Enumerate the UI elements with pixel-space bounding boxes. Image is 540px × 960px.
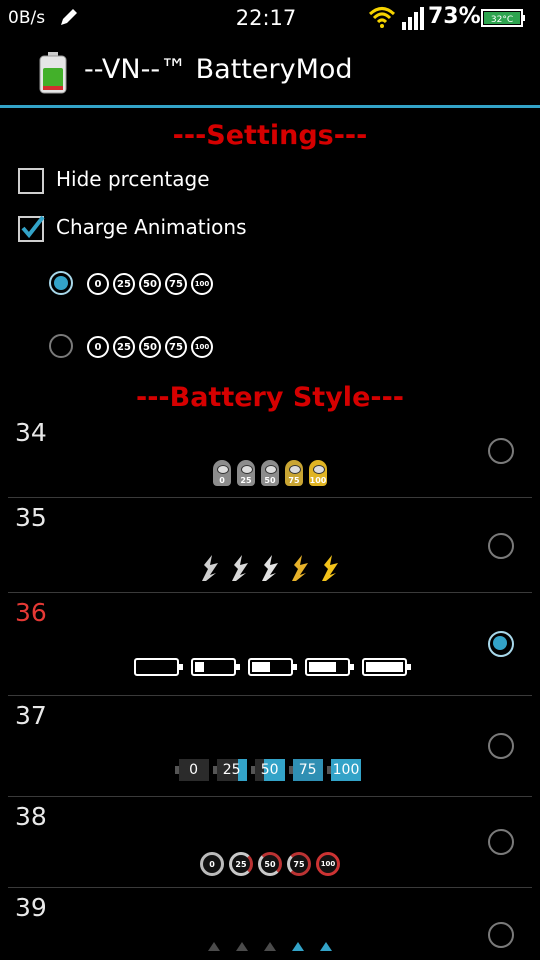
flame-icon bbox=[322, 555, 338, 581]
minion-icon: 25 bbox=[237, 460, 255, 486]
minion-icon: 50 bbox=[261, 460, 279, 486]
battery-outline-icon bbox=[361, 658, 411, 676]
battery-app-icon bbox=[39, 52, 67, 94]
battery-style-row-39[interactable]: 39 bbox=[8, 887, 532, 960]
status-bar: 0B/s 22:17 73% 32°C bbox=[0, 0, 540, 36]
minion-icon: 75 bbox=[285, 460, 303, 486]
triangle-icon bbox=[292, 942, 304, 951]
hide-percentage-label: Hide prcentage bbox=[56, 167, 210, 191]
style-36-radio[interactable] bbox=[488, 631, 514, 657]
settings-heading: ---Settings--- bbox=[172, 120, 368, 151]
style-39-preview bbox=[8, 942, 532, 951]
wifi-icon bbox=[368, 7, 396, 28]
battery-box-icon: 75 bbox=[288, 759, 323, 781]
style-37-preview: 0 25 50 75 100 bbox=[8, 759, 532, 781]
level-ring-icon: 100 bbox=[316, 852, 340, 876]
level-circle-icon: 0 bbox=[87, 273, 109, 295]
battery-style-row-36[interactable]: 36 bbox=[8, 592, 532, 696]
level-circle-icon: 25 bbox=[113, 336, 135, 358]
animation-option-2-preview: 0 25 50 75 100 bbox=[87, 336, 213, 358]
style-number: 38 bbox=[15, 802, 47, 831]
minion-icon: 0 bbox=[213, 460, 231, 486]
style-number: 37 bbox=[15, 701, 47, 730]
flame-icon bbox=[202, 555, 218, 581]
battery-outline-icon bbox=[133, 658, 183, 676]
minion-icon: 100 bbox=[309, 460, 327, 486]
style-number: 34 bbox=[15, 418, 47, 447]
flame-icon bbox=[262, 555, 278, 581]
animation-option-2-radio[interactable] bbox=[49, 334, 73, 358]
charge-animations-label: Charge Animations bbox=[56, 215, 247, 239]
animation-option-1-radio[interactable] bbox=[49, 271, 73, 295]
level-circle-icon: 100 bbox=[191, 273, 213, 295]
flame-icon bbox=[292, 555, 308, 581]
battery-box-icon: 100 bbox=[326, 759, 362, 781]
battery-style-row-35[interactable]: 35 bbox=[8, 497, 532, 593]
app-title: --VN--™ BatteryMod bbox=[84, 54, 353, 85]
level-ring-icon: 25 bbox=[229, 852, 253, 876]
level-circle-icon: 100 bbox=[191, 336, 213, 358]
style-number: 36 bbox=[15, 598, 47, 627]
charge-animations-checkbox[interactable] bbox=[18, 215, 45, 242]
battery-outline-icon bbox=[247, 658, 297, 676]
battery-percent: 73% bbox=[428, 4, 481, 29]
level-circle-icon: 50 bbox=[139, 273, 161, 295]
battery-box-icon: 0 bbox=[174, 759, 209, 781]
style-38-preview: 0 25 50 75 100 bbox=[8, 852, 532, 876]
battery-style-heading: ---Battery Style--- bbox=[136, 382, 404, 413]
battery-box-icon: 50 bbox=[250, 759, 285, 781]
level-ring-icon: 50 bbox=[258, 852, 282, 876]
battery-outline-icon bbox=[190, 658, 240, 676]
triangle-icon bbox=[236, 942, 248, 951]
style-number: 39 bbox=[15, 893, 47, 922]
level-circle-icon: 50 bbox=[139, 336, 161, 358]
hide-percentage-checkbox[interactable] bbox=[18, 168, 44, 194]
style-34-preview: 0 25 50 75 100 bbox=[8, 460, 532, 486]
signal-icon bbox=[402, 7, 424, 30]
level-ring-icon: 0 bbox=[200, 852, 224, 876]
animation-option-1-preview: 0 25 50 75 100 bbox=[87, 273, 213, 295]
checkmark-icon bbox=[21, 215, 45, 239]
triangle-icon bbox=[264, 942, 276, 951]
action-bar-divider bbox=[0, 105, 540, 108]
flame-icon bbox=[232, 555, 248, 581]
level-ring-icon: 75 bbox=[287, 852, 311, 876]
style-number: 35 bbox=[15, 503, 47, 532]
battery-style-row-37[interactable]: 37 0 25 50 75 100 bbox=[8, 695, 532, 797]
battery-outline-icon bbox=[304, 658, 354, 676]
battery-box-icon: 25 bbox=[212, 759, 247, 781]
style-37-radio[interactable] bbox=[488, 733, 514, 759]
level-circle-icon: 0 bbox=[87, 336, 109, 358]
level-circle-icon: 75 bbox=[165, 336, 187, 358]
battery-style-row-38[interactable]: 38 0 25 50 75 100 bbox=[8, 796, 532, 888]
style-36-preview bbox=[8, 658, 532, 676]
battery-icon: 32°C bbox=[481, 9, 525, 27]
style-35-preview bbox=[8, 553, 532, 583]
level-circle-icon: 75 bbox=[165, 273, 187, 295]
action-bar: --VN--™ BatteryMod bbox=[0, 36, 540, 106]
battery-temp: 32°C bbox=[491, 15, 513, 25]
triangle-icon bbox=[208, 942, 220, 951]
level-circle-icon: 25 bbox=[113, 273, 135, 295]
battery-style-row-34[interactable]: 34 0 25 50 75 100 bbox=[8, 412, 532, 498]
triangle-icon bbox=[320, 942, 332, 951]
